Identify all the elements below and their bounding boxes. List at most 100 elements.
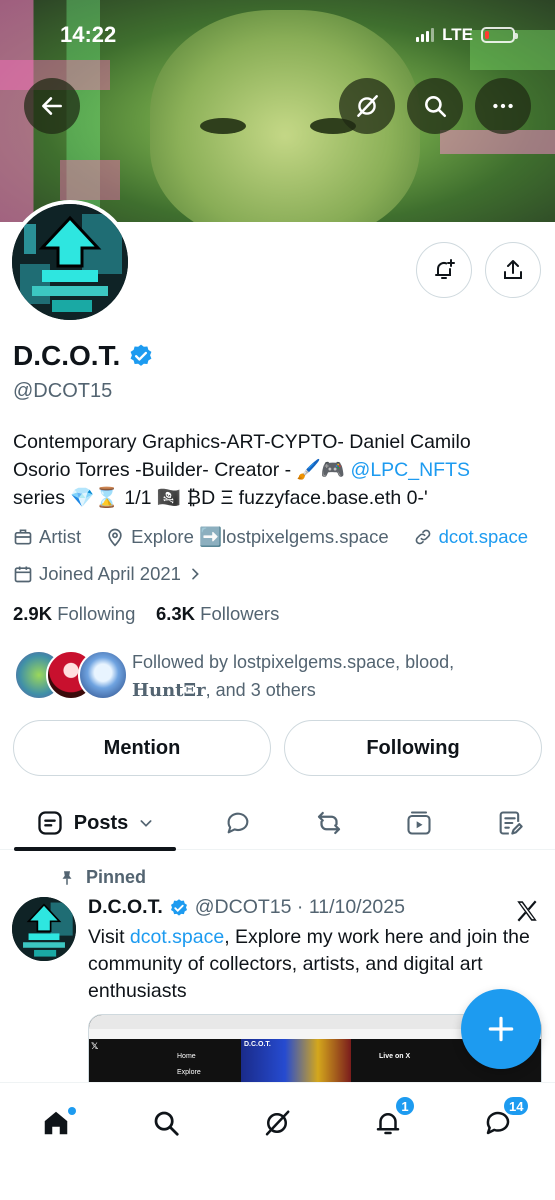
posts-icon — [38, 811, 62, 835]
bio-line-2-text: Osorio Torres -Builder- Creator - 🖌️🎮 — [13, 459, 346, 481]
bio-line-2: Osorio Torres -Builder- Creator - 🖌️🎮 @L… — [13, 456, 548, 484]
nav-home[interactable] — [28, 1101, 84, 1145]
tab-posts[interactable]: Posts — [14, 796, 176, 851]
nav-grok[interactable] — [249, 1101, 305, 1145]
more-icon — [493, 103, 513, 109]
profile-meta-row: Artist Explore ➡️lostpixelgems.space dco… — [13, 526, 528, 548]
nav-notifications[interactable]: 1 — [360, 1095, 416, 1145]
verified-badge-icon[interactable] — [128, 343, 154, 369]
following-count-link[interactable]: 2.9K Following — [13, 603, 135, 624]
plus-icon — [488, 1016, 514, 1042]
preview-live-label: Live on X — [379, 1053, 411, 1060]
bio-mention-link[interactable]: @LPC_NFTS — [351, 459, 471, 481]
share-button[interactable] — [485, 242, 541, 298]
bio-line-1: Contemporary Graphics-ART-CYPTO- Daniel … — [13, 431, 471, 453]
search-icon — [154, 1111, 179, 1136]
pin-icon — [62, 870, 72, 885]
preview-x-logo: 𝕏 — [91, 1041, 99, 1051]
network-label: LTE — [442, 25, 473, 44]
repost-icon — [317, 811, 341, 835]
article-edit-icon — [499, 811, 523, 835]
followed-by-suffix: , and 3 others — [205, 680, 316, 700]
home-icon — [44, 1111, 68, 1135]
tab-replies[interactable] — [210, 796, 266, 850]
grok-button[interactable] — [339, 78, 395, 134]
pinned-indicator: Pinned — [58, 867, 146, 888]
x-logo-icon[interactable] — [514, 898, 540, 924]
tab-reposts[interactable] — [301, 796, 357, 850]
following-count: 2.9K — [13, 603, 53, 624]
post-text-prefix: Visit — [88, 926, 130, 948]
preview-nav-home: Home — [177, 1053, 196, 1060]
compose-button[interactable] — [461, 989, 541, 1069]
profile-website-link[interactable]: dcot.space — [439, 526, 528, 548]
follower-avatar — [78, 650, 128, 700]
notifications-badge: 1 — [394, 1095, 416, 1117]
post-avatar-art — [12, 897, 76, 961]
battery-icon — [481, 27, 518, 43]
avatar-art — [12, 204, 128, 320]
link-icon — [415, 529, 430, 545]
back-button[interactable] — [24, 78, 80, 134]
banner-eye-left — [200, 118, 246, 134]
followers-count: 6.3K — [155, 603, 196, 624]
tab-active-indicator — [14, 847, 176, 851]
arrow-left-icon — [42, 97, 62, 115]
signal-icon — [416, 28, 435, 42]
followed-by-prefix: Followed by lostpixelgems.space, blood, — [132, 652, 455, 672]
bell-plus-icon — [435, 259, 455, 279]
post-handle-date: @DCOT15 · 11/10/2025 — [194, 896, 405, 918]
following-label: Following — [57, 603, 136, 624]
post-text: Visit dcot.space, Explore my work here a… — [88, 924, 548, 1005]
location-pin-icon — [108, 528, 122, 547]
post-header: D.C.O.T. @DCOT15 · 11/10/2025 — [88, 896, 405, 919]
mention-button[interactable]: Mention — [13, 720, 271, 776]
reply-bubble-icon — [227, 812, 249, 834]
followed-by-avatars[interactable] — [14, 650, 134, 702]
profile-name: D.C.O.T. — [13, 340, 154, 372]
following-button[interactable]: Following — [284, 720, 542, 776]
post-link[interactable]: dcot.space — [130, 926, 224, 948]
status-time: 14:22 — [60, 22, 117, 47]
share-icon — [504, 260, 522, 279]
search-button[interactable] — [407, 78, 463, 134]
glitch-stripe — [60, 160, 120, 200]
follow-counts: 2.9K Following 6.3K Followers — [13, 603, 279, 625]
more-button[interactable] — [475, 78, 531, 134]
media-video-icon — [407, 811, 431, 835]
calendar-icon — [14, 566, 32, 583]
nav-search[interactable] — [138, 1101, 194, 1145]
nav-messages[interactable]: 14 — [470, 1095, 531, 1145]
profile-category: Artist — [39, 526, 82, 547]
followers-label: Followers — [200, 603, 280, 624]
followers-count-link[interactable]: 6.3K Followers — [156, 603, 279, 624]
preview-nav-explore: Explore — [177, 1069, 201, 1076]
verified-badge-icon — [170, 898, 187, 916]
display-name: D.C.O.T. — [13, 340, 121, 371]
profile-tabs: Posts — [0, 796, 555, 851]
tab-media[interactable] — [391, 796, 447, 850]
chevron-down-icon — [140, 820, 152, 827]
tab-articles[interactable] — [482, 796, 538, 850]
grok-icon — [265, 1110, 290, 1136]
profile-handle: @DCOT15 — [13, 380, 113, 402]
profile-avatar[interactable] — [8, 200, 132, 324]
followed-by-text[interactable]: Followed by lostpixelgems.space, blood, … — [132, 648, 542, 705]
grok-icon — [357, 95, 378, 117]
tab-posts-label: Posts — [73, 811, 129, 834]
profile-location: Explore ➡️lostpixelgems.space — [131, 526, 389, 547]
followed-by-bold-name: HuntΞr — [132, 680, 206, 701]
messages-badge: 14 — [502, 1095, 531, 1117]
status-indicators: LTE — [416, 25, 518, 45]
search-icon — [425, 96, 447, 118]
bottom-navigation: 1 14 — [0, 1082, 555, 1200]
home-unread-dot — [68, 1107, 76, 1115]
preview-title: D.C.O.T. — [244, 1041, 271, 1048]
post-author-avatar[interactable] — [12, 897, 76, 961]
profile-bio: Contemporary Graphics-ART-CYPTO- Daniel … — [13, 428, 548, 512]
notifications-subscribe-button[interactable] — [416, 242, 472, 298]
joined-row[interactable]: Joined April 2021 — [13, 563, 203, 585]
post-author-name[interactable]: D.C.O.T. — [88, 896, 163, 919]
pinned-label: Pinned — [86, 867, 147, 887]
bio-line-3: series 💎⌛ 1/1 🏴‍☠️ ₿D Ξ fuzzyface.base.e… — [13, 487, 428, 509]
